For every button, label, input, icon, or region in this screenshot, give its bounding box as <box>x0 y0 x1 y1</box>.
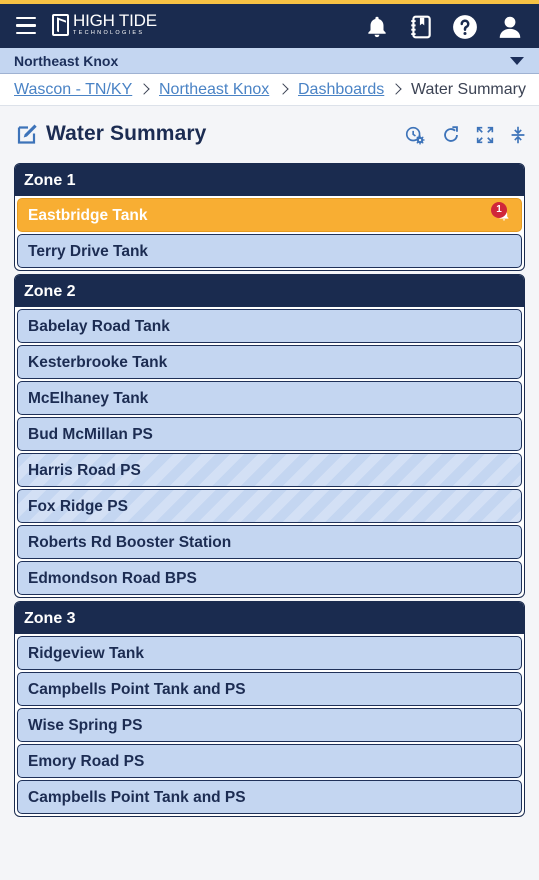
notebook-icon[interactable] <box>408 14 434 40</box>
station-item[interactable]: Terry Drive Tank <box>17 234 522 268</box>
station-name: Ridgeview Tank <box>28 645 144 662</box>
tenant-selector[interactable]: Northeast Knox <box>0 48 539 74</box>
station-name: Fox Ridge PS <box>28 498 128 515</box>
page-header: Water Summary <box>0 106 539 162</box>
zone-panel: Zone 2 Babelay Road Tank Kesterbrooke Ta… <box>14 274 525 598</box>
logo-main-text: HIGH TIDE <box>73 11 157 30</box>
station-name: Emory Road PS <box>28 753 145 770</box>
station-item[interactable]: Campbells Point Tank and PS <box>17 672 522 706</box>
station-item[interactable]: Bud McMillan PS <box>17 417 522 451</box>
station-item[interactable]: Ridgeview Tank <box>17 636 522 670</box>
high-tide-logo[interactable]: HIGH TIDE TECHNOLOGIES <box>52 11 157 37</box>
breadcrumb-link-northeast-knox[interactable]: Northeast Knox <box>159 81 269 99</box>
zone-header[interactable]: Zone 3 <box>15 602 524 634</box>
station-name: Terry Drive Tank <box>28 243 149 260</box>
station-item[interactable]: Fox Ridge PS <box>17 489 522 523</box>
caret-down-icon <box>510 57 524 65</box>
station-name: McElhaney Tank <box>28 390 149 407</box>
breadcrumb: Wascon - TN/KY Northeast Knox Dashboards… <box>0 74 539 106</box>
chevron-right-icon <box>277 83 289 95</box>
station-name: Kesterbrooke Tank <box>28 354 168 371</box>
expand-icon[interactable] <box>474 124 496 146</box>
station-item[interactable]: Eastbridge Tank 1 <box>17 198 522 232</box>
station-item[interactable]: Babelay Road Tank <box>17 309 522 343</box>
bell-icon[interactable] <box>364 14 390 40</box>
user-icon[interactable] <box>497 14 523 40</box>
menu-icon[interactable] <box>16 17 36 35</box>
station-item[interactable]: Wise Spring PS <box>17 708 522 742</box>
chevron-right-icon <box>390 83 402 95</box>
tenant-selector-label: Northeast Knox <box>14 53 119 69</box>
alarm-count-badge: 1 <box>491 202 507 218</box>
zone-header[interactable]: Zone 1 <box>15 164 524 196</box>
zone-panel: Zone 1 Eastbridge Tank 1 Terry Drive Tan… <box>14 163 525 271</box>
station-item[interactable]: Edmondson Road BPS <box>17 561 522 595</box>
breadcrumb-current: Water Summary <box>411 81 526 98</box>
station-name: Roberts Rd Booster Station <box>28 534 232 551</box>
station-name: Campbells Point Tank and PS <box>28 681 246 698</box>
station-name: Wise Spring PS <box>28 717 143 734</box>
zone-panel: Zone 3 Ridgeview Tank Campbells Point Ta… <box>14 601 525 817</box>
zone-header[interactable]: Zone 2 <box>15 275 524 307</box>
station-name: Campbells Point Tank and PS <box>28 789 246 806</box>
station-name: Babelay Road Tank <box>28 318 170 335</box>
station-name: Edmondson Road BPS <box>28 570 197 587</box>
settings-gear-icon[interactable] <box>404 124 426 146</box>
refresh-icon[interactable] <box>440 124 462 146</box>
top-navigation-bar: HIGH TIDE TECHNOLOGIES <box>0 4 539 48</box>
station-item[interactable]: Roberts Rd Booster Station <box>17 525 522 559</box>
logo-sub-text: TECHNOLOGIES <box>73 30 145 36</box>
station-item[interactable]: Kesterbrooke Tank <box>17 345 522 379</box>
station-item[interactable]: McElhaney Tank <box>17 381 522 415</box>
chevron-right-icon <box>138 83 150 95</box>
breadcrumb-link-wascon[interactable]: Wascon - TN/KY <box>14 81 132 99</box>
help-icon[interactable] <box>452 14 478 40</box>
edit-icon[interactable] <box>15 122 39 146</box>
station-name: Harris Road PS <box>28 462 141 479</box>
station-item[interactable]: Emory Road PS <box>17 744 522 778</box>
station-name: Eastbridge Tank <box>28 207 148 224</box>
station-item[interactable]: Harris Road PS <box>17 453 522 487</box>
logo-text: HIGH TIDE TECHNOLOGIES <box>73 11 157 37</box>
station-name: Bud McMillan PS <box>28 426 153 443</box>
logo-mark-icon <box>52 14 69 36</box>
page-title: Water Summary <box>46 122 207 145</box>
collapse-icon[interactable] <box>507 124 529 146</box>
breadcrumb-link-dashboards[interactable]: Dashboards <box>298 81 384 99</box>
station-item[interactable]: Campbells Point Tank and PS <box>17 780 522 814</box>
